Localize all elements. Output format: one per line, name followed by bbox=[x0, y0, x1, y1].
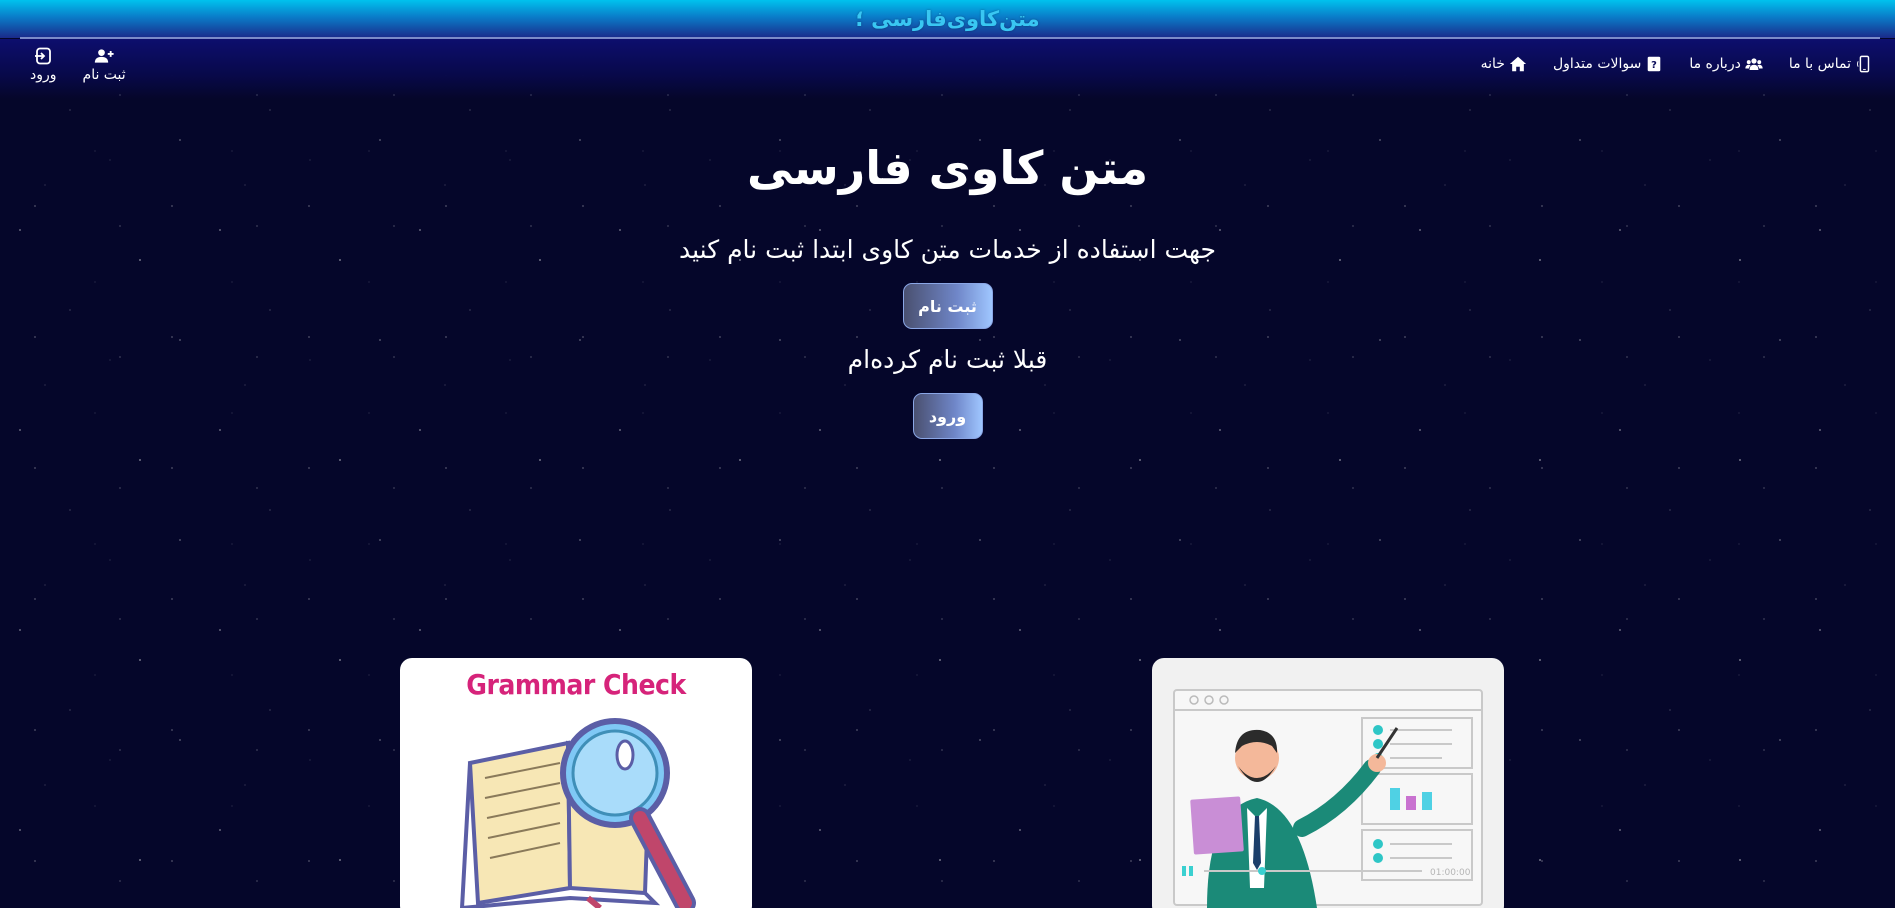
nav-item-label: سوالات متداول bbox=[1552, 56, 1642, 72]
user-plus-icon bbox=[94, 49, 114, 63]
nav-login-label: ورود bbox=[30, 67, 57, 83]
login-button[interactable]: ورود bbox=[912, 393, 983, 439]
nav-item-contact[interactable]: تماس با ما bbox=[1789, 55, 1873, 73]
nav-item-label: خانه bbox=[1480, 56, 1505, 72]
top-banner: متن‌کاوی‌فارسی ؛ bbox=[0, 0, 1895, 38]
question-book-icon: ? bbox=[1648, 56, 1661, 72]
brand-logo-text: متن‌کاوی‌فارسی ؛ bbox=[855, 7, 1040, 31]
users-icon bbox=[1745, 58, 1763, 70]
register-button[interactable]: ثبت نام bbox=[902, 283, 993, 329]
login-icon bbox=[35, 47, 52, 65]
book-magnifier-illustration bbox=[459, 718, 696, 908]
grammar-check-card[interactable]: Grammar Check bbox=[400, 658, 752, 908]
already-registered-text: قبلا ثبت نام کرده‌ام bbox=[847, 345, 1048, 374]
nav-register-label: ثبت نام bbox=[82, 67, 126, 83]
nav-item-label: تماس با ما bbox=[1788, 56, 1851, 72]
auth-links: ورود ثبت نام bbox=[30, 47, 126, 83]
nav-login-button[interactable]: ورود bbox=[30, 47, 57, 83]
register-prompt: جهت استفاده از خدمات متن کاوی ابتدا ثبت … bbox=[679, 235, 1216, 264]
nav-item-label: درباره ما bbox=[1689, 56, 1741, 72]
presenter-card[interactable]: 01:00:00 bbox=[1152, 658, 1504, 908]
home-icon bbox=[1509, 56, 1527, 72]
nav-links: خانه ? سوالات متداول درباره ما تماس با م… bbox=[1481, 55, 1873, 73]
nav-item-home[interactable]: خانه bbox=[1481, 55, 1527, 73]
presenter-illustration: 01:00:00 bbox=[1173, 689, 1483, 908]
phone-icon bbox=[1857, 55, 1870, 73]
main-navigation: خانه ? سوالات متداول درباره ما تماس با م… bbox=[0, 39, 1895, 99]
nav-item-faq[interactable]: ? سوالات متداول bbox=[1553, 55, 1663, 73]
nav-item-about[interactable]: درباره ما bbox=[1689, 55, 1763, 73]
svg-text:?: ? bbox=[1651, 60, 1657, 71]
page-title: متن کاوی فارسی bbox=[746, 141, 1149, 195]
video-time: 01:00:00 bbox=[1430, 868, 1471, 878]
nav-register-button[interactable]: ثبت نام bbox=[83, 47, 126, 83]
hero-section: متن کاوی فارسی جهت استفاده از خدمات متن … bbox=[0, 130, 1895, 439]
